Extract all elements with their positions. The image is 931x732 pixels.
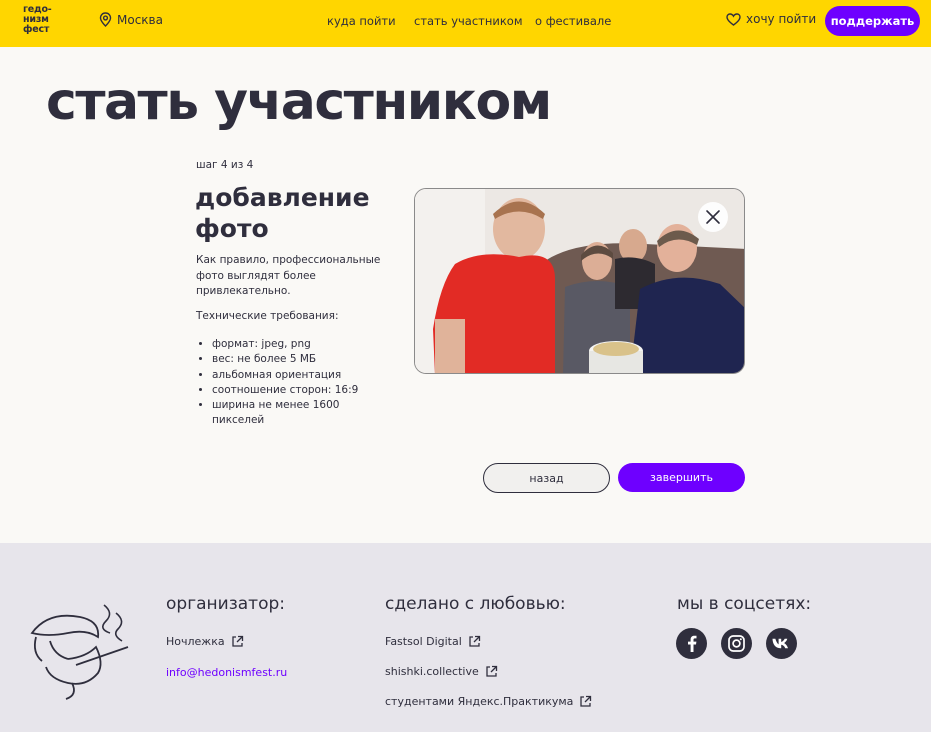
requirement-item: соотношение сторон: 16:9 [212, 383, 387, 398]
instagram-link[interactable] [721, 628, 752, 659]
organizer-link-label: Ночлежка [166, 635, 225, 648]
favorites-link[interactable]: хочу пойти [726, 12, 816, 26]
external-link-icon [231, 635, 243, 647]
external-link-icon [486, 665, 497, 677]
organizer-link[interactable]: Ночлежка [166, 635, 244, 648]
location-pin-icon [99, 12, 112, 27]
credit-link-label: Fastsol Digital [385, 635, 462, 648]
credit-link-praktikum[interactable]: студентами Яндекс.Практикума [385, 695, 592, 708]
finish-button[interactable]: завершить [618, 463, 745, 492]
support-button[interactable]: поддержать [825, 6, 920, 36]
logo-line: фест [23, 24, 50, 35]
remove-photo-button[interactable] [698, 202, 728, 232]
organizer-title: организатор: [166, 594, 285, 614]
city-label: Москва [117, 12, 163, 27]
requirement-item: альбомная ориентация [212, 368, 387, 383]
made-with-love-title: сделано с любовью: [385, 594, 566, 614]
favorites-label: хочу пойти [746, 12, 817, 26]
heart-icon [726, 12, 741, 26]
step-indicator: шаг 4 из 4 [196, 159, 254, 171]
vk-icon [772, 638, 788, 649]
nav-become-participant[interactable]: стать участником [414, 14, 523, 28]
external-link-icon [469, 635, 480, 647]
requirement-item: ширина не менее 1600 пикселей [212, 398, 387, 429]
instagram-icon [728, 635, 745, 652]
site-header: гедо- низм фест Москва куда пойти стать … [0, 0, 931, 47]
city-selector[interactable]: Москва [99, 12, 163, 27]
requirements-title: Технические требования: [196, 310, 339, 322]
credit-link-label: shishki.collective [385, 665, 479, 678]
facebook-link[interactable] [676, 628, 707, 659]
requirement-item: вес: не более 5 МБ [212, 352, 387, 367]
nav-about-festival[interactable]: о фестивале [535, 14, 611, 28]
credit-link-fastsol[interactable]: Fastsol Digital [385, 635, 481, 648]
organizer-email[interactable]: info@hedonismfest.ru [166, 666, 287, 679]
requirement-item: формат: jpeg, png [212, 337, 387, 352]
social-title: мы в соцсетях: [677, 594, 812, 614]
credit-link-shishki[interactable]: shishki.collective [385, 665, 498, 678]
facebook-icon [687, 635, 696, 652]
site-logo[interactable]: гедо- низм фест [23, 5, 63, 35]
intro-text: Как правило, профессиональные фото выгля… [196, 254, 381, 297]
page-title: стать участником [46, 72, 552, 132]
credit-link-label: студентами Яндекс.Практикума [385, 695, 574, 708]
requirements-list: формат: jpeg, png вес: не более 5 МБ аль… [212, 337, 387, 429]
close-icon [706, 210, 720, 224]
section-title: добавление фото [195, 183, 370, 243]
photo-image [415, 189, 744, 373]
nav-where-to-go[interactable]: куда пойти [327, 14, 396, 28]
external-link-icon [580, 695, 592, 707]
vk-link[interactable] [766, 628, 797, 659]
back-button[interactable]: назад [483, 463, 610, 493]
mascot-illustration [30, 604, 129, 700]
uploaded-photo-preview [414, 188, 745, 374]
